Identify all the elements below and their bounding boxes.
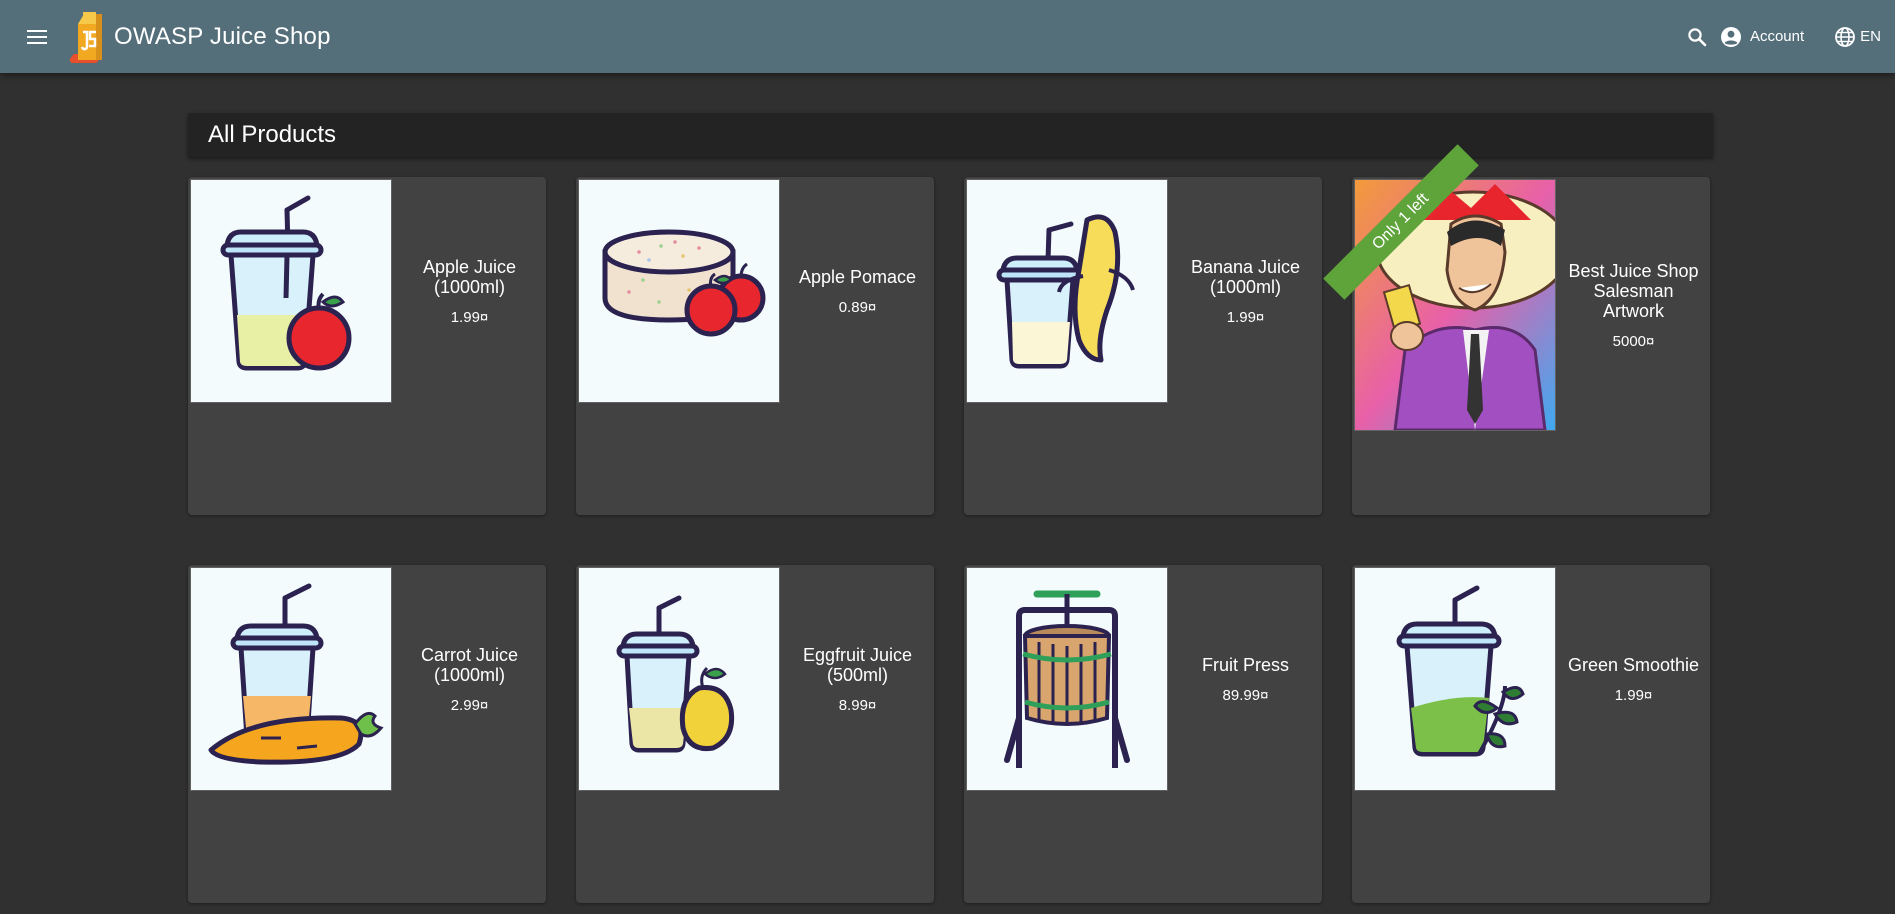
product-image[interactable] xyxy=(578,567,780,791)
product-card-apple-pomace[interactable]: Apple Pomace 0.89¤ xyxy=(576,177,934,515)
product-price: 0.89¤ xyxy=(838,298,877,316)
product-info: Eggfruit Juice (500ml) 8.99¤ xyxy=(781,565,934,793)
product-name: Eggfruit Juice (500ml) xyxy=(802,644,913,685)
product-image[interactable] xyxy=(1354,567,1556,791)
top-toolbar: OWASP Juice Shop Account EN xyxy=(0,0,1895,73)
product-image[interactable] xyxy=(190,567,392,791)
page-heading-bar: All Products xyxy=(188,113,1713,157)
product-name: Banana Juice (1000ml) xyxy=(1190,256,1301,297)
product-name: Green Smoothie xyxy=(1567,654,1700,675)
product-info: Banana Juice (1000ml) 1.99¤ xyxy=(1169,177,1322,405)
product-price: 8.99¤ xyxy=(838,696,877,714)
product-card-green-smoothie[interactable]: Green Smoothie 1.99¤ xyxy=(1352,565,1710,903)
product-card-fruit-press[interactable]: Fruit Press 89.99¤ xyxy=(964,565,1322,903)
globe-icon xyxy=(1835,26,1856,47)
product-price: 5000¤ xyxy=(1612,332,1655,350)
language-button[interactable]: EN xyxy=(1834,26,1881,48)
language-label: EN xyxy=(1860,28,1881,45)
fruit-press-icon xyxy=(1004,590,1130,768)
product-card-apple-juice[interactable]: Apple Juice (1000ml) 1.99¤ xyxy=(188,177,546,515)
product-grid: Apple Juice (1000ml) 1.99¤ Apple Pomace … xyxy=(188,144,1713,903)
eggfruit-juice-icon xyxy=(616,595,735,753)
app-logo[interactable] xyxy=(66,9,112,65)
banana-juice-icon xyxy=(996,214,1135,369)
search-icon xyxy=(1688,27,1707,46)
product-info: Apple Juice (1000ml) 1.99¤ xyxy=(393,177,546,405)
product-price: 1.99¤ xyxy=(1226,308,1265,326)
product-price: 89.99¤ xyxy=(1222,686,1269,704)
carrot-juice-icon xyxy=(208,583,384,765)
product-price: 2.99¤ xyxy=(450,696,489,714)
product-image[interactable] xyxy=(966,179,1168,403)
account-circle-icon xyxy=(1720,26,1741,47)
product-name: Apple Pomace xyxy=(798,266,917,287)
product-image[interactable] xyxy=(578,179,780,403)
hamburger-menu-icon xyxy=(27,29,47,44)
menu-button[interactable] xyxy=(17,17,57,57)
product-card-banana-juice[interactable]: Banana Juice (1000ml) 1.99¤ xyxy=(964,177,1322,515)
product-card-carrot-juice[interactable]: Carrot Juice (1000ml) 2.99¤ xyxy=(188,565,546,903)
product-price: 1.99¤ xyxy=(450,308,489,326)
product-info: Carrot Juice (1000ml) 2.99¤ xyxy=(393,565,546,793)
product-card-salesman-artwork[interactable]: Only 1 left Best Juice Shop Salesman Art… xyxy=(1323,144,1710,515)
product-name: Best Juice Shop Salesman Artwork xyxy=(1568,260,1699,321)
main-content: All Products Apple Juice (1000ml) 1.99¤ … xyxy=(188,113,1713,903)
product-image[interactable] xyxy=(966,567,1168,791)
account-label: Account xyxy=(1749,28,1805,45)
app-title[interactable]: OWASP Juice Shop xyxy=(114,23,331,51)
account-button[interactable]: Account xyxy=(1720,26,1804,48)
apple-pomace-icon xyxy=(602,229,766,337)
product-image[interactable] xyxy=(190,179,392,403)
product-info: Apple Pomace 0.89¤ xyxy=(781,177,934,405)
product-info: Green Smoothie 1.99¤ xyxy=(1557,565,1710,793)
green-smoothie-icon xyxy=(1396,585,1525,757)
search-button[interactable] xyxy=(1680,20,1714,54)
product-info: Best Juice Shop Salesman Artwork 5000¤ xyxy=(1557,177,1710,433)
product-name: Fruit Press xyxy=(1201,654,1289,675)
product-name: Carrot Juice (1000ml) xyxy=(420,644,519,685)
product-name: Apple Juice (1000ml) xyxy=(422,256,517,297)
product-info: Fruit Press 89.99¤ xyxy=(1169,565,1322,793)
apple-juice-icon xyxy=(220,195,352,371)
juice-carton-logo-icon xyxy=(69,11,102,63)
page-title: All Products xyxy=(208,121,337,148)
product-card-eggfruit-juice[interactable]: Eggfruit Juice (500ml) 8.99¤ xyxy=(576,565,934,903)
product-price: 1.99¤ xyxy=(1614,686,1653,704)
